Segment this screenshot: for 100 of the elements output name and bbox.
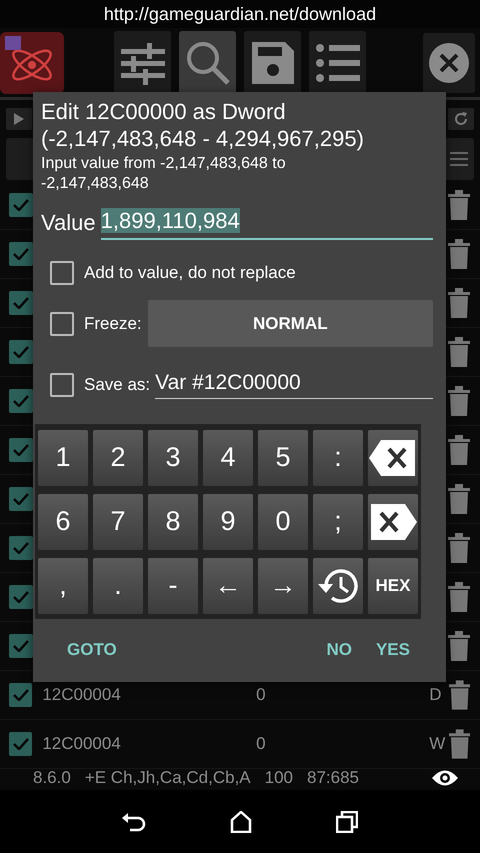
option-label: Add to value, do not replace <box>84 262 296 283</box>
row-checkbox[interactable] <box>9 683 32 707</box>
key[interactable]: 9 <box>203 494 253 550</box>
play-icon <box>14 112 24 124</box>
url-text: http://gameguardian.net/download <box>104 4 376 24</box>
menu-icon <box>450 152 468 166</box>
trash-icon[interactable] <box>448 631 470 661</box>
key[interactable]: HEX <box>368 558 418 614</box>
row-checkbox[interactable] <box>9 634 33 658</box>
sliders-icon <box>120 40 164 84</box>
back-icon <box>122 812 146 832</box>
play-button[interactable] <box>6 108 32 130</box>
close-button[interactable] <box>423 32 475 92</box>
trash-icon[interactable] <box>448 337 470 367</box>
toolbar-tab[interactable] <box>244 30 301 94</box>
refresh-button[interactable] <box>448 108 474 130</box>
flags-text: +E Ch,Jh,Ca,Cd,Cb,A <box>84 768 251 788</box>
check-icon <box>13 640 29 652</box>
value-text: 0 <box>256 685 267 705</box>
trash-icon[interactable] <box>448 533 470 563</box>
key[interactable]: 6 <box>38 494 88 550</box>
key[interactable]: . <box>93 558 143 614</box>
toolbar-tab[interactable] <box>114 30 171 94</box>
search-icon <box>184 40 230 86</box>
trash-icon[interactable] <box>448 582 470 612</box>
dialog-button[interactable]: YES <box>364 632 422 668</box>
row-checkbox[interactable] <box>9 242 33 266</box>
dialog-button[interactable]: NO <box>314 632 364 668</box>
row-checkbox[interactable] <box>9 487 33 511</box>
key[interactable]: 0 <box>258 494 308 550</box>
backspace-icon <box>369 440 417 476</box>
toolbar-tab[interactable] <box>309 30 366 94</box>
home-button[interactable] <box>230 810 252 832</box>
type-text: D <box>429 685 442 705</box>
trash-icon[interactable] <box>448 729 470 759</box>
history-key[interactable] <box>313 558 363 614</box>
row-checkbox[interactable] <box>9 340 33 364</box>
dialog-button[interactable]: GOTO <box>55 632 129 668</box>
check-icon <box>13 444 29 456</box>
toolbar-tab[interactable] <box>179 30 236 94</box>
checkbox[interactable] <box>50 312 74 336</box>
key[interactable]: 4 <box>203 430 253 486</box>
row-checkbox[interactable] <box>9 732 32 756</box>
trash-icon[interactable] <box>448 190 470 220</box>
trash-icon[interactable] <box>448 435 470 465</box>
check-icon <box>12 689 29 701</box>
check-icon <box>13 248 29 260</box>
address-text: 12C00004 <box>42 685 122 705</box>
row-checkbox[interactable] <box>9 291 33 315</box>
check-icon <box>13 591 29 603</box>
name-field[interactable]: Var #12C00000 <box>155 370 433 399</box>
freeze-mode-button[interactable]: NORMAL <box>148 300 433 348</box>
recents-icon <box>336 810 358 832</box>
key[interactable]: ; <box>313 494 363 550</box>
value-text: 0 <box>256 734 267 754</box>
history-icon <box>318 566 358 605</box>
check-icon <box>13 493 29 505</box>
check-icon <box>13 395 29 407</box>
key[interactable]: : <box>313 430 363 486</box>
row-checkbox[interactable] <box>9 389 33 413</box>
back-button[interactable] <box>122 812 146 832</box>
trash-icon[interactable] <box>448 680 470 710</box>
app-logo-icon[interactable] <box>0 32 64 94</box>
close-icon <box>429 42 469 82</box>
recents-button[interactable] <box>336 810 358 832</box>
trash-icon[interactable] <box>448 288 470 318</box>
key[interactable]: → <box>258 558 308 614</box>
value-field[interactable]: 1,899,110,984 <box>100 208 433 240</box>
home-icon <box>230 810 252 832</box>
ratio-text: 87:685 <box>307 768 360 788</box>
key[interactable]: 5 <box>258 430 308 486</box>
key[interactable]: 1 <box>38 430 88 486</box>
row-checkbox[interactable] <box>9 193 33 217</box>
key[interactable]: 2 <box>93 430 143 486</box>
checkbox[interactable] <box>50 372 74 397</box>
row-checkbox[interactable] <box>9 438 33 462</box>
key[interactable]: 3 <box>148 430 198 486</box>
key[interactable]: - <box>148 558 198 614</box>
check-icon <box>13 346 29 358</box>
key[interactable]: 7 <box>93 494 143 550</box>
version-text: 8.6.0 <box>33 768 71 788</box>
eye-icon[interactable] <box>432 769 458 787</box>
key[interactable]: 8 <box>148 494 198 550</box>
trash-icon[interactable] <box>448 484 470 514</box>
check-icon <box>12 738 29 750</box>
menu-button[interactable] <box>444 138 474 180</box>
key[interactable]: , <box>38 558 88 614</box>
option-label: Freeze: <box>84 314 142 334</box>
check-icon <box>13 199 29 211</box>
trash-icon[interactable] <box>448 386 470 416</box>
count-text: 100 <box>264 768 294 788</box>
row-checkbox[interactable] <box>9 536 33 560</box>
checkbox[interactable] <box>50 260 74 285</box>
delete-key[interactable] <box>368 494 418 550</box>
backspace-key[interactable] <box>368 430 418 486</box>
key[interactable]: ← <box>203 558 253 614</box>
row-checkbox[interactable] <box>9 585 33 609</box>
check-icon <box>13 542 29 554</box>
delete-icon <box>369 504 417 540</box>
trash-icon[interactable] <box>448 239 470 269</box>
